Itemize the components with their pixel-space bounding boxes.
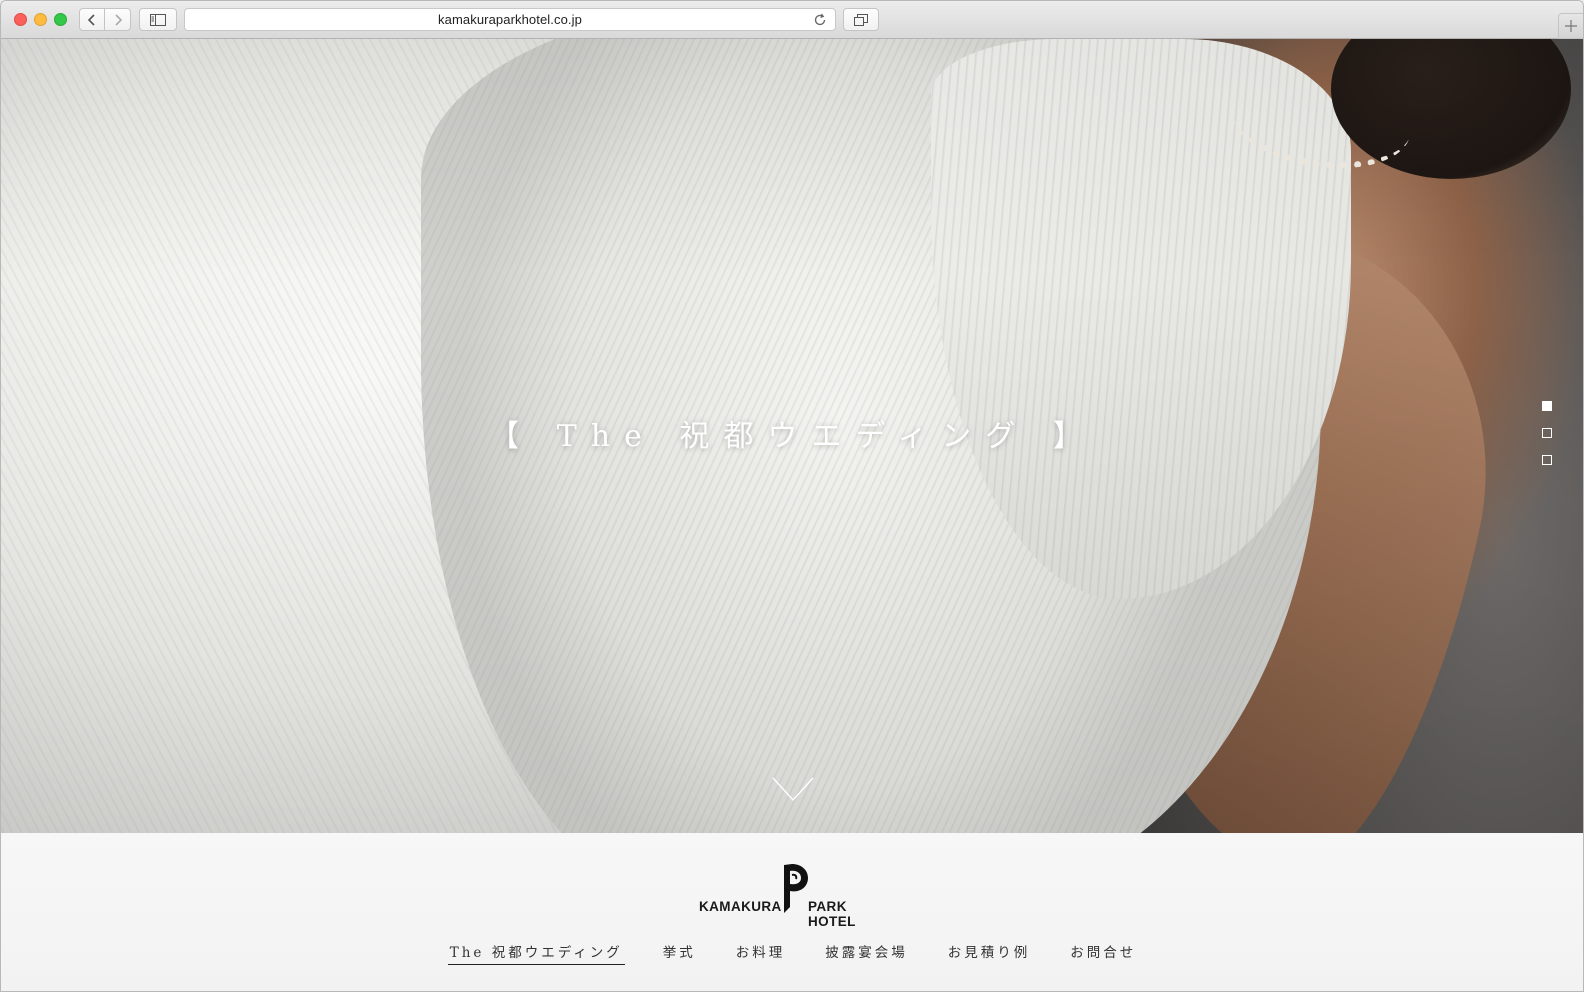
close-window-button[interactable] bbox=[14, 13, 27, 26]
new-tab-button[interactable] bbox=[1558, 13, 1583, 39]
logo-text-kamakura: KAMAKURA bbox=[699, 899, 782, 914]
slide-pager bbox=[1542, 401, 1554, 482]
logo-p-mark-icon bbox=[784, 864, 808, 913]
chevron-left-icon bbox=[87, 13, 95, 26]
minimize-window-button[interactable] bbox=[34, 13, 47, 26]
menu-item-cuisine[interactable]: お料理 bbox=[734, 941, 788, 965]
url-text: kamakuraparkhotel.co.jp bbox=[438, 12, 582, 27]
scroll-down-chevron-icon[interactable] bbox=[772, 777, 814, 803]
address-bar[interactable]: kamakuraparkhotel.co.jp bbox=[184, 8, 836, 31]
plus-icon bbox=[1565, 20, 1577, 32]
slide-pager-dot-3[interactable] bbox=[1542, 455, 1552, 465]
sidebar-toggle-button[interactable] bbox=[139, 8, 177, 31]
hero-title: 【 The 祝都ウエディング 】 bbox=[489, 419, 1097, 454]
back-button[interactable] bbox=[79, 8, 105, 31]
hero-section: 【 The 祝都ウエディング 】 bbox=[1, 39, 1583, 833]
browser-window: kamakuraparkhotel.co.jp 【 The 祝都ウエディング 】 bbox=[0, 0, 1584, 992]
menu-item-banquet-hall[interactable]: 披露宴会場 bbox=[823, 941, 910, 965]
menu-item-ceremony[interactable]: 挙式 bbox=[661, 941, 698, 965]
reload-icon[interactable] bbox=[813, 13, 827, 27]
tabs-overview-icon bbox=[854, 13, 868, 26]
site-header-menu: KAMAKURA PARK HOTEL The 祝都ウエディング 挙式 お料理 … bbox=[1, 833, 1583, 991]
forward-button[interactable] bbox=[105, 8, 131, 31]
menu-item-wedding[interactable]: The 祝都ウエディング bbox=[447, 941, 625, 965]
slide-pager-dot-2[interactable] bbox=[1542, 428, 1552, 438]
main-menu: The 祝都ウエディング 挙式 お料理 披露宴会場 お見積り例 お問合せ bbox=[1, 941, 1583, 971]
menu-item-estimate[interactable]: お見積り例 bbox=[946, 941, 1033, 965]
hotel-logo[interactable]: KAMAKURA PARK HOTEL bbox=[699, 863, 889, 929]
web-page: 【 The 祝都ウエディング 】 KAMAKURA PARK HOTEL The… bbox=[1, 39, 1583, 991]
sidebar-icon bbox=[150, 13, 166, 26]
slide-pager-dot-1[interactable] bbox=[1542, 401, 1552, 411]
menu-item-contact[interactable]: お問合せ bbox=[1068, 941, 1138, 965]
show-tabs-button[interactable] bbox=[843, 8, 879, 31]
logo-text-park-hotel: PARK HOTEL bbox=[808, 899, 856, 929]
chevron-right-icon bbox=[114, 13, 122, 26]
zoom-window-button[interactable] bbox=[54, 13, 67, 26]
browser-toolbar: kamakuraparkhotel.co.jp bbox=[1, 1, 1583, 39]
